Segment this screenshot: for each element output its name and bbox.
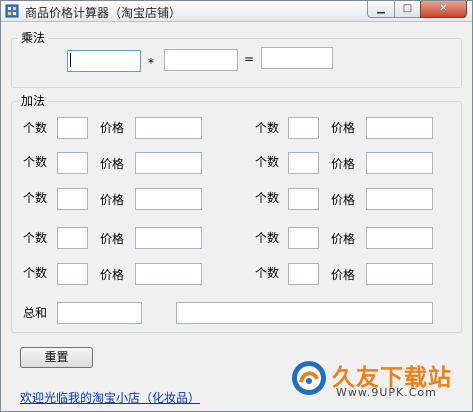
count-label: 个数 (23, 231, 48, 245)
count-label: 个数 (23, 121, 48, 135)
count-label: 个数 (255, 266, 280, 280)
right-price-input-3[interactable] (366, 188, 433, 210)
multiply-operand2-input[interactable] (164, 49, 238, 71)
close-button[interactable]: ✕ (420, 1, 467, 18)
count-label: 个数 (23, 266, 48, 280)
shop-link[interactable]: 欢迎光临我的淘宝小店（化妆品） (20, 389, 200, 406)
equals-sign: = (244, 52, 255, 66)
multiply-result-input[interactable] (261, 47, 333, 69)
left-count-input-2[interactable] (57, 152, 88, 174)
left-count-input-5[interactable] (57, 263, 88, 285)
right-count-input-2[interactable] (288, 152, 319, 174)
right-count-input-3[interactable] (288, 188, 319, 210)
right-price-input-4[interactable] (366, 227, 433, 249)
price-label: 价格 (100, 232, 125, 246)
total-detail-input[interactable] (176, 302, 433, 324)
watermark-url: Www.9UPK.Com (336, 386, 437, 399)
total-input[interactable] (57, 302, 142, 324)
multiply-operator: * (148, 56, 154, 70)
count-label: 个数 (23, 191, 48, 205)
title-bar[interactable]: 商品价格计算器（淘宝店铺） ▁ □ ✕ (1, 1, 472, 22)
right-price-input-1[interactable] (366, 117, 433, 139)
price-label: 价格 (331, 193, 356, 207)
price-label: 价格 (331, 121, 356, 135)
right-count-input-5[interactable] (288, 263, 319, 285)
minimize-button[interactable]: ▁ (367, 1, 395, 18)
right-count-input-1[interactable] (288, 117, 319, 139)
right-price-input-2[interactable] (366, 152, 433, 174)
left-price-input-5[interactable] (135, 263, 202, 285)
count-label: 个数 (23, 155, 48, 169)
right-count-input-4[interactable] (288, 227, 319, 249)
watermark-logo-icon (292, 361, 326, 395)
count-label: 个数 (255, 231, 280, 245)
price-label: 价格 (100, 268, 125, 282)
app-window: 商品价格计算器（淘宝店铺） ▁ □ ✕ 乘法 * = 加法 个数 价格 个数 价… (0, 0, 473, 412)
count-label: 个数 (255, 121, 280, 135)
reset-button[interactable]: 重置 (20, 347, 93, 368)
left-price-input-3[interactable] (135, 188, 202, 210)
minimize-icon: ▁ (377, 3, 385, 14)
site-watermark: 久友下载站 Www.9UPK.Com (290, 357, 466, 401)
price-label: 价格 (331, 157, 356, 171)
price-label: 价格 (331, 232, 356, 246)
add-group-label: 加法 (18, 93, 49, 109)
left-price-input-4[interactable] (135, 227, 202, 249)
price-label: 价格 (100, 193, 125, 207)
price-label: 价格 (331, 268, 356, 282)
app-icon (5, 4, 19, 18)
price-label: 价格 (100, 157, 125, 171)
multiply-operand1-input[interactable] (67, 50, 141, 72)
right-price-input-5[interactable] (366, 263, 433, 285)
window-title: 商品价格计算器（淘宝店铺） (25, 6, 182, 20)
left-count-input-1[interactable] (57, 117, 88, 139)
close-icon: ✕ (439, 3, 448, 14)
left-price-input-2[interactable] (135, 152, 202, 174)
text-caret (70, 53, 71, 67)
left-count-input-3[interactable] (57, 188, 88, 210)
maximize-icon: □ (402, 3, 413, 14)
left-count-input-4[interactable] (57, 227, 88, 249)
left-price-input-1[interactable] (135, 117, 202, 139)
price-label: 价格 (100, 121, 125, 135)
maximize-button[interactable]: □ (394, 1, 421, 18)
count-label: 个数 (255, 155, 280, 169)
count-label: 个数 (255, 191, 280, 205)
total-label: 总和 (23, 306, 48, 320)
multiply-group-label: 乘法 (18, 30, 49, 46)
